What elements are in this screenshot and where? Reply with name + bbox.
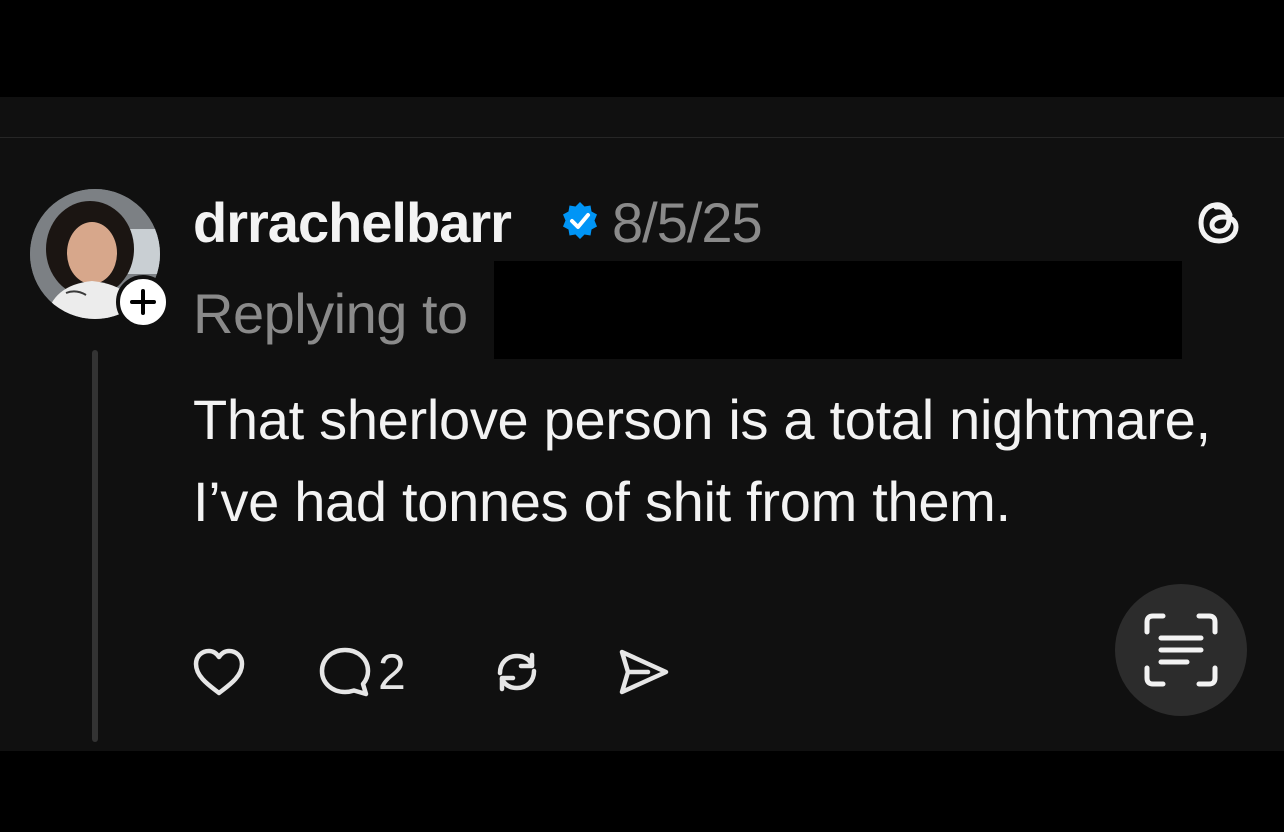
- redacted-username: [494, 261, 1182, 359]
- bottom-bar: [0, 751, 1284, 832]
- username[interactable]: drrachelbarr: [193, 189, 512, 257]
- send-icon: [619, 649, 669, 695]
- post-text: That sherlove person is a total nightmar…: [193, 388, 1211, 533]
- top-bar: [0, 0, 1284, 97]
- reply-count: 2: [378, 644, 406, 700]
- repost-button[interactable]: [488, 637, 546, 707]
- post-date: 8/5/25: [612, 191, 763, 254]
- reply-button[interactable]: 2: [316, 637, 406, 707]
- post-panel: drrachelbarr 8/5/25 Replying to That she…: [0, 97, 1284, 751]
- repost-icon: [497, 652, 537, 692]
- follow-button[interactable]: [116, 275, 170, 329]
- plus-icon: [130, 289, 156, 315]
- comment-icon: [319, 647, 371, 697]
- replying-to-label: Replying to: [193, 282, 468, 345]
- thread-line: [92, 350, 98, 742]
- text-scan-button[interactable]: [1115, 584, 1247, 716]
- text-scan-icon: [1144, 613, 1218, 687]
- like-button[interactable]: [190, 637, 248, 707]
- share-button[interactable]: [614, 637, 672, 707]
- divider: [0, 137, 1284, 138]
- heart-icon: [193, 648, 245, 696]
- threads-logo-icon: [1198, 202, 1239, 244]
- verified-badge-icon: [563, 202, 597, 239]
